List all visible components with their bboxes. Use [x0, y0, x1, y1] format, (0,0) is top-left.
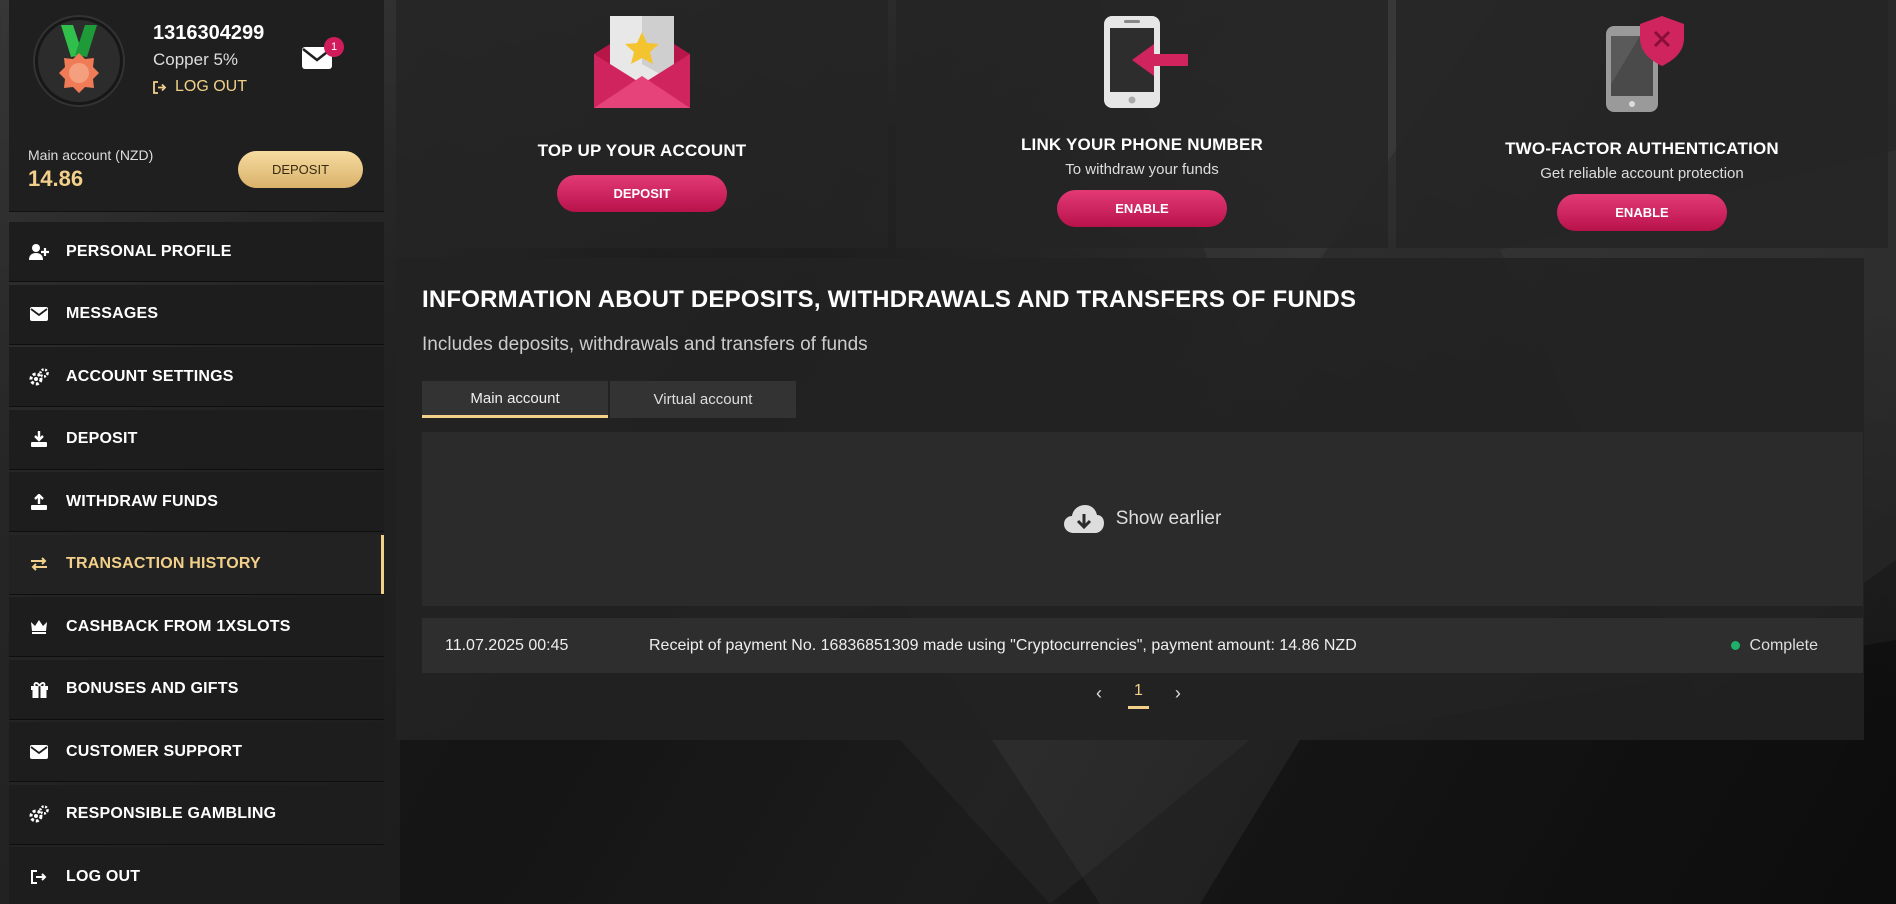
show-earlier-button[interactable]: Show earlier	[422, 432, 1863, 606]
sidebar-item-cashback[interactable]: CASHBACK FROM 1XSLOTS	[9, 597, 384, 657]
profile-card: 1316304299 Copper 5% LOG OUT 1 Main acco…	[9, 0, 384, 212]
crown-icon	[28, 617, 50, 637]
chevron-right-icon[interactable]: ›	[1175, 683, 1181, 704]
transaction-date: 11.07.2025 00:45	[445, 636, 569, 654]
phone-shield-icon	[1606, 16, 1684, 112]
sidebar: 1316304299 Copper 5% LOG OUT 1 Main acco…	[9, 0, 384, 904]
account-label: Main account (NZD)	[28, 147, 154, 163]
link-phone-card: LINK YOUR PHONE NUMBER To withdraw your …	[896, 0, 1388, 248]
logout-icon	[28, 867, 50, 887]
envelope-icon	[28, 742, 50, 762]
unread-badge: 1	[324, 37, 344, 57]
sidebar-item-label: WITHDRAW FUNDS	[66, 492, 219, 510]
logout-icon	[153, 80, 167, 94]
page-number-current[interactable]: 1	[1128, 678, 1149, 709]
topup-card: TOP UP YOUR ACCOUNT DEPOSIT	[396, 0, 888, 248]
sidebar-item-label: LOG OUT	[66, 867, 141, 885]
exchange-icon	[28, 554, 50, 574]
transaction-description: Receipt of payment No. 16836851309 made …	[649, 636, 1357, 654]
transaction-history-panel: INFORMATION ABOUT DEPOSITS, WITHDRAWALS …	[396, 258, 1864, 740]
sidebar-item-withdraw-funds[interactable]: WITHDRAW FUNDS	[9, 472, 384, 532]
page-title: INFORMATION ABOUT DEPOSITS, WITHDRAWALS …	[422, 286, 1357, 313]
link-phone-enable-button[interactable]: ENABLE	[1057, 190, 1227, 227]
sidebar-item-label: DEPOSIT	[66, 430, 138, 447]
sidebar-item-label: PERSONAL PROFILE	[66, 242, 232, 260]
status-label: Complete	[1749, 636, 1818, 654]
gears-icon	[28, 367, 50, 387]
two-factor-subtitle: Get reliable account protection	[1540, 165, 1744, 182]
sidebar-menu: PERSONAL PROFILE MESSAGES ACCOUNT SETTIN…	[9, 222, 384, 904]
status-badge: Complete	[1730, 636, 1818, 655]
two-factor-enable-button[interactable]: ENABLE	[1557, 194, 1727, 231]
phone-arrow-icon	[1104, 16, 1188, 108]
logout-label: LOG OUT	[175, 78, 248, 95]
two-factor-card: TWO-FACTOR AUTHENTICATION Get reliable a…	[1396, 0, 1888, 248]
cloud-download-icon	[1063, 505, 1104, 533]
tab-main-account[interactable]: Main account	[422, 381, 608, 418]
pagination: ‹ 1 ›	[1096, 678, 1181, 709]
sidebar-item-deposit[interactable]: DEPOSIT	[9, 409, 384, 470]
tab-virtual-account[interactable]: Virtual account	[610, 381, 796, 418]
logout-link[interactable]: LOG OUT	[153, 78, 247, 96]
download-icon	[28, 429, 50, 449]
deposit-button[interactable]: DEPOSIT	[238, 151, 363, 188]
gears-icon	[28, 804, 50, 824]
user-plus-icon	[28, 242, 50, 262]
rank-medal-avatar	[35, 17, 123, 105]
sidebar-item-bonuses-and-gifts[interactable]: BONUSES AND GIFTS	[9, 659, 384, 720]
medal-icon	[59, 25, 99, 93]
sidebar-item-label: RESPONSIBLE GAMBLING	[66, 805, 277, 822]
sidebar-item-label: ACCOUNT SETTINGS	[66, 367, 234, 385]
upload-icon	[28, 492, 50, 512]
sidebar-item-label: CASHBACK FROM 1XSLOTS	[66, 617, 291, 635]
topup-deposit-button[interactable]: DEPOSIT	[557, 175, 727, 212]
sidebar-item-responsible-gambling[interactable]: RESPONSIBLE GAMBLING	[9, 784, 384, 845]
sidebar-item-transaction-history[interactable]: TRANSACTION HISTORY	[9, 534, 384, 595]
chevron-left-icon[interactable]: ‹	[1096, 683, 1102, 704]
link-phone-title: LINK YOUR PHONE NUMBER	[1020, 135, 1264, 154]
sidebar-item-label: TRANSACTION HISTORY	[66, 555, 261, 572]
status-dot-icon	[1730, 641, 1740, 650]
sidebar-item-messages[interactable]: MESSAGES	[9, 284, 384, 345]
envelope-icon	[28, 304, 50, 324]
user-id: 1316304299	[153, 22, 265, 44]
account-tabs: Main account Virtual account	[422, 381, 796, 418]
sidebar-item-label: CUSTOMER SUPPORT	[66, 742, 243, 760]
two-factor-title: TWO-FACTOR AUTHENTICATION	[1505, 139, 1779, 158]
link-phone-subtitle: To withdraw your funds	[1065, 161, 1219, 178]
account-balance: 14.86	[28, 166, 84, 191]
sidebar-item-label: MESSAGES	[66, 305, 159, 322]
topup-title: TOP UP YOUR ACCOUNT	[537, 141, 747, 160]
show-earlier-label: Show earlier	[1115, 508, 1222, 529]
rank-label: Copper 5%	[153, 50, 239, 69]
table-row: 11.07.2025 00:45 Receipt of payment No. …	[422, 618, 1863, 673]
gift-icon	[28, 679, 50, 699]
page-subtitle: Includes deposits, withdrawals and trans…	[422, 334, 868, 355]
envelope-star-icon	[594, 16, 690, 108]
sidebar-item-personal-profile[interactable]: PERSONAL PROFILE	[9, 222, 384, 282]
sidebar-item-log-out[interactable]: LOG OUT	[9, 847, 384, 904]
sidebar-item-account-settings[interactable]: ACCOUNT SETTINGS	[9, 347, 384, 407]
sidebar-item-label: BONUSES AND GIFTS	[66, 680, 239, 697]
sidebar-item-customer-support[interactable]: CUSTOMER SUPPORT	[9, 722, 384, 782]
